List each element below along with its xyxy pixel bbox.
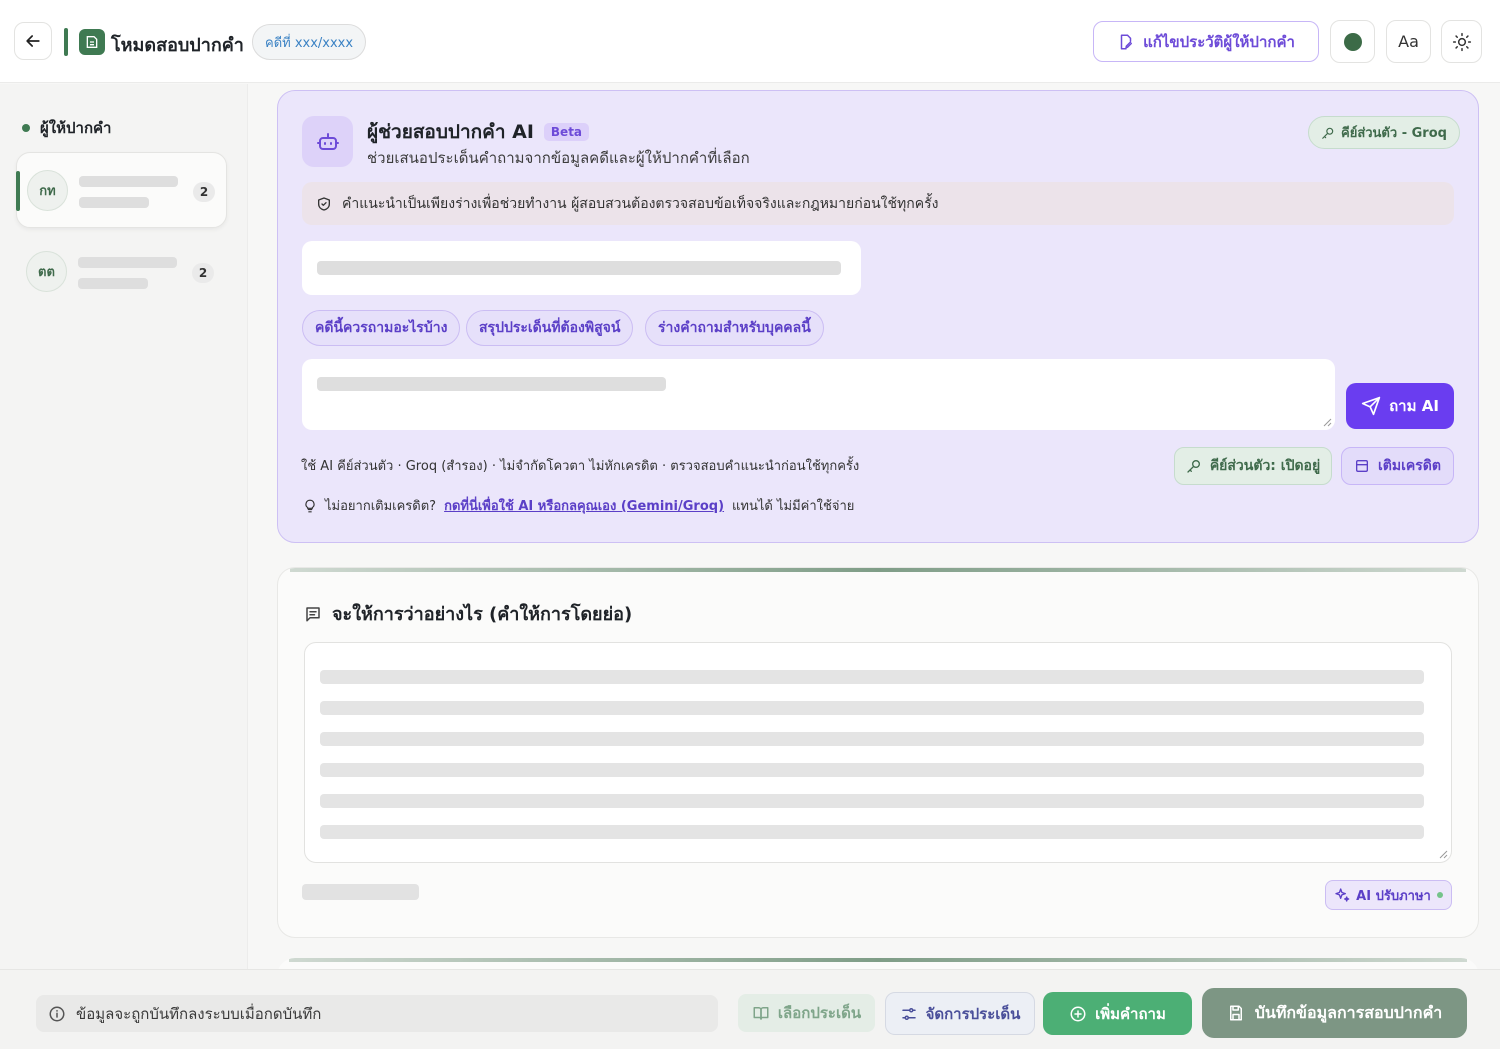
color-dot-icon <box>1343 32 1362 51</box>
detail-placeholder <box>79 197 149 208</box>
font-size-button[interactable]: Aa <box>1386 20 1431 63</box>
suggestion-chip-1[interactable]: คดีนี้ควรถามอะไรบ้าง <box>302 310 461 346</box>
edit-document-icon <box>1120 34 1133 49</box>
save-interrogation-label: บันทึกข้อมูลการสอบปากคำ <box>1254 1002 1443 1022</box>
ai-question-input[interactable] <box>302 359 1335 430</box>
personal-key-status-button[interactable]: คีย์ส่วนตัว: เปิดอยู่ <box>1174 447 1332 485</box>
edit-witness-profile-label: แก้ไขประวัติผู้ให้ปากคำ <box>1143 32 1295 51</box>
resize-handle-icon[interactable] <box>1322 417 1332 427</box>
statement-textarea[interactable] <box>304 642 1452 863</box>
wallet-icon <box>1356 460 1369 472</box>
save-icon <box>1229 1005 1242 1021</box>
arrow-left-icon <box>26 35 40 47</box>
ai-usage-info: ใช้ AI คีย์ส่วนตัว · Groq (สำรอง) · ไม่จ… <box>301 459 860 474</box>
book-open-icon <box>753 1007 769 1020</box>
avatar: ตต <box>26 251 67 292</box>
sidebar-heading: ผู้ให้ปากคำ <box>22 116 111 140</box>
key-icon <box>1187 460 1200 473</box>
api-key-chip-label: คีย์ส่วนตัว - Groq <box>1341 126 1447 141</box>
top-up-credit-button[interactable]: เติมเครดิต <box>1341 447 1454 485</box>
theme-color-button[interactable] <box>1330 20 1375 63</box>
ai-disclaimer: คำแนะนำเป็นเพียงร่างเพื่อช่วยทำงาน ผู้สอ… <box>302 182 1454 225</box>
manage-issues-label: จัดการประเด็น <box>925 1004 1021 1023</box>
name-placeholder <box>78 257 177 268</box>
personal-key-status-label: คีย์ส่วนตัว: เปิดอยู่ <box>1209 458 1321 474</box>
status-dot-icon <box>1436 892 1443 898</box>
message-square-icon <box>306 606 320 621</box>
light-mode-button[interactable] <box>1441 20 1482 63</box>
send-icon <box>1361 396 1381 416</box>
char-count-placeholder <box>302 884 419 900</box>
lightbulb-icon <box>305 499 315 512</box>
top-up-credit-label: เติมเครดิต <box>1378 458 1441 474</box>
detail-placeholder <box>78 278 148 289</box>
question-count-badge: 2 <box>193 182 215 202</box>
own-key-tip: ไม่อยากเติมเครดิต? กดที่นี่เพื่อใช้ AI ห… <box>303 495 854 516</box>
ai-polish-button[interactable]: AI ปรับภาษา <box>1325 880 1452 910</box>
bottom-action-bar: ข้อมูลจะถูกบันทึกลงระบบเมื่อกดบันทึก เลื… <box>0 969 1500 1049</box>
text-line-placeholder <box>320 732 1424 746</box>
plus-circle-icon <box>1070 1006 1086 1021</box>
shield-check-icon <box>318 196 330 211</box>
resize-handle-icon[interactable] <box>1438 849 1448 859</box>
back-button[interactable] <box>14 22 52 60</box>
sidebar-heading-label: ผู้ให้ปากคำ <box>40 119 112 137</box>
ask-ai-label: ถาม AI <box>1389 397 1439 415</box>
ai-disclaimer-text: คำแนะนำเป็นเพียงร่างเพื่อช่วยทำงาน ผู้สอ… <box>342 195 939 212</box>
question-count-badge: 2 <box>192 263 214 283</box>
ai-panel-subtitle: ช่วยเสนอประเด็นคำถามจากข้อมูลคดีและผู้ให… <box>367 149 750 167</box>
key-icon <box>1322 127 1334 139</box>
add-question-button[interactable]: เพิ่มคำถาม <box>1043 992 1192 1035</box>
ai-assistant-panel: ผู้ช่วยสอบปากคำ AI Beta ช่วยเสนอประเด็นค… <box>277 90 1479 543</box>
api-key-chip[interactable]: คีย์ส่วนตัว - Groq <box>1308 116 1460 149</box>
top-bar: โหมดสอบปากคำ คดีที่ xxx/xxxx แก้ไขประวัต… <box>0 0 1500 83</box>
add-question-label: เพิ่มคำถาม <box>1095 1004 1166 1023</box>
info-icon <box>49 1006 65 1021</box>
title-accent-bar <box>64 28 68 56</box>
sun-icon <box>1452 32 1471 51</box>
statement-card: จะให้การว่าอย่างไร (คำให้การโดยย่อ) AI ป… <box>277 567 1479 938</box>
page-title: โหมดสอบปากคำ <box>111 35 244 56</box>
sliders-icon <box>901 1007 916 1020</box>
ai-polish-label: AI ปรับภาษา <box>1356 888 1431 904</box>
text-line-placeholder <box>320 701 1424 715</box>
beta-badge: Beta <box>543 123 590 141</box>
statement-title-text: จะให้การว่าอย่างไร (คำให้การโดยย่อ) <box>332 604 633 625</box>
case-number-chip: คดีที่ xxx/xxxx <box>252 24 367 60</box>
witness-sidebar: ผู้ให้ปากคำ กท 2 ตต 2 <box>0 84 248 970</box>
witness-item-1[interactable]: กท 2 <box>16 152 227 228</box>
ai-context-field[interactable] <box>302 241 861 295</box>
save-notice-text: ข้อมูลจะถูกบันทึกลงระบบเมื่อกดบันทึก <box>76 1004 322 1023</box>
font-size-label: Aa <box>1398 32 1419 51</box>
witness-item-2[interactable]: ตต 2 <box>16 234 227 310</box>
text-line-placeholder <box>320 670 1424 684</box>
suggestion-chip-2[interactable]: สรุปประเด็นที่ต้องพิสูจน์ <box>466 310 634 346</box>
suggestion-chip-3[interactable]: ร่างคำถามสำหรับบุคคลนี้ <box>645 310 824 346</box>
select-issue-label: เลือกประเด็น <box>777 1004 862 1022</box>
robot-icon <box>302 116 353 167</box>
select-issue-button[interactable]: เลือกประเด็น <box>738 994 875 1032</box>
edit-witness-profile-button[interactable]: แก้ไขประวัติผู้ให้ปากคำ <box>1093 21 1319 62</box>
text-line-placeholder <box>320 825 1424 839</box>
name-placeholder <box>79 176 178 187</box>
tip-prefix: ไม่อยากเติมเครดิต? <box>325 499 437 514</box>
sparkles-icon <box>1335 888 1350 902</box>
ai-panel-title-text: ผู้ช่วยสอบปากคำ AI <box>367 121 534 143</box>
status-dot-icon <box>22 124 30 132</box>
text-placeholder <box>317 377 666 391</box>
save-notice: ข้อมูลจะถูกบันทึกลงระบบเมื่อกดบันทึก <box>36 995 718 1032</box>
ask-ai-button[interactable]: ถาม AI <box>1346 383 1454 429</box>
text-placeholder <box>317 261 841 275</box>
text-line-placeholder <box>320 794 1424 808</box>
avatar: กท <box>27 170 68 211</box>
tip-suffix: แทนได้ ไม่มีค่าใช้จ่าย <box>732 499 855 514</box>
save-interrogation-button[interactable]: บันทึกข้อมูลการสอบปากคำ <box>1202 988 1467 1038</box>
app-logo-icon <box>79 29 105 55</box>
statement-title: จะให้การว่าอย่างไร (คำให้การโดยย่อ) <box>304 599 632 628</box>
use-own-key-link[interactable]: กดที่นี่เพื่อใช้ AI หรือกลคุณเอง (Gemini… <box>444 495 724 516</box>
text-line-placeholder <box>320 763 1424 777</box>
manage-issues-button[interactable]: จัดการประเด็น <box>885 992 1035 1035</box>
ai-panel-title: ผู้ช่วยสอบปากคำ AI Beta <box>367 117 590 147</box>
